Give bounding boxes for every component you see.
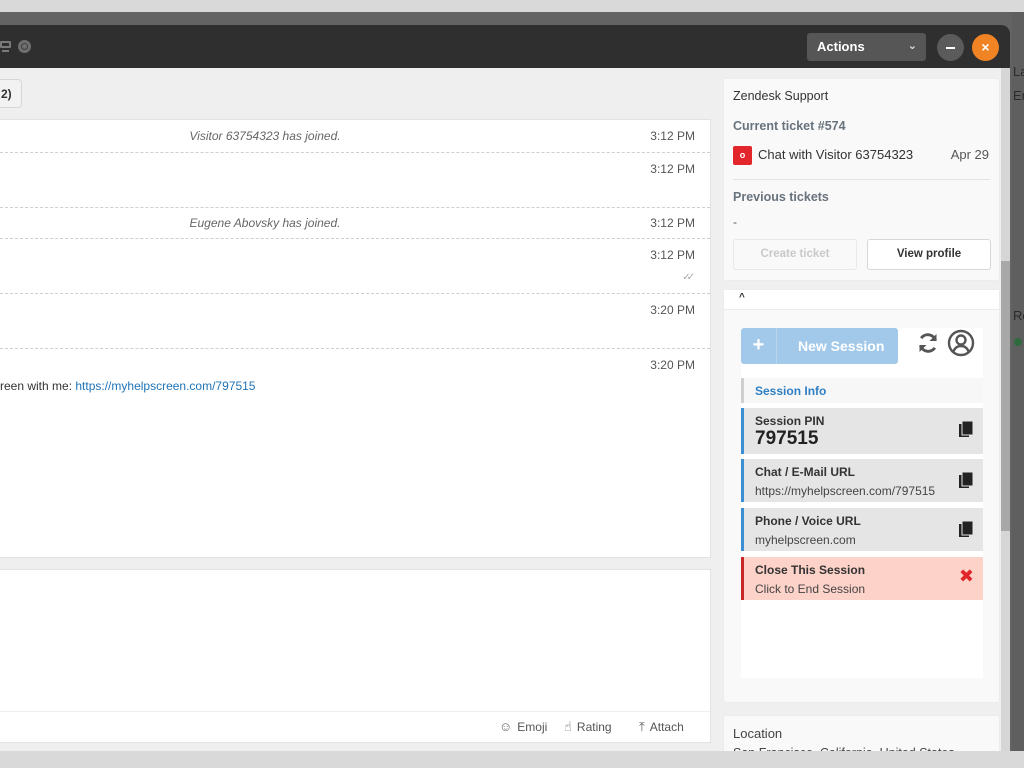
ticket-date: Apr 29 (950, 147, 989, 162)
chat-window: Actions ⌄ × 2) Visitor 63754323 has join… (0, 25, 1010, 751)
bg-peek-text: Re (1013, 308, 1024, 323)
chat-message: 3:12 PM (0, 153, 710, 208)
message-time: 3:12 PM (650, 216, 695, 230)
system-message-text: Visitor 63754323 has joined. (189, 129, 341, 143)
help-icon[interactable] (18, 40, 31, 53)
message-body: reen with me: https://myhelpscreen.com/7… (0, 379, 255, 393)
session-pin-label: Session PIN (755, 414, 825, 428)
zendesk-support-app: Zendesk Support Current ticket #574 o Ch… (723, 78, 1000, 281)
system-message-text: Eugene Abovsky has joined. (189, 216, 341, 230)
copy-icon[interactable] (958, 421, 974, 439)
smiley-icon: ☺ (499, 719, 513, 734)
thumbs-up-icon: ☝ (564, 719, 572, 734)
sidebar: Zendesk Support Current ticket #574 o Ch… (720, 68, 1001, 751)
rating-label: Rating (576, 720, 612, 734)
actions-label: Actions (817, 39, 865, 54)
plus-icon: + (741, 328, 777, 364)
location-app: Location San Francisco, California, Unit… (723, 715, 1000, 751)
composer-toolbar: ☺ Emoji ☝ Rating ⤒ Attach (0, 711, 710, 743)
chat-message: 3:12 PM ✓✓ (0, 239, 710, 294)
close-button[interactable]: × (972, 34, 999, 61)
chevron-up-icon: ^ (739, 292, 745, 303)
ticket-status-badge: o (733, 146, 752, 165)
chat-url-item[interactable]: Chat / E-Mail URL https://myhelpscreen.c… (741, 459, 983, 502)
chat-message: 3:20 PM (0, 294, 710, 349)
view-profile-button[interactable]: View profile (867, 239, 991, 270)
emoji-label: Emoji (517, 720, 548, 734)
close-session-button[interactable]: Close This Session Click to End Session … (741, 557, 983, 600)
bg-peek-text: Err (1013, 88, 1024, 103)
phone-url-item[interactable]: Phone / Voice URL myhelpscreen.com (741, 508, 983, 551)
current-ticket-label: Current ticket #574 (733, 119, 846, 133)
chat-message: Visitor 63754323 has joined. 3:12 PM (0, 120, 710, 153)
chat-url-value: https://myhelpscreen.com/797515 (755, 484, 936, 498)
close-session-label: Close This Session (755, 563, 866, 577)
collapse-toggle[interactable]: ^ (724, 290, 999, 310)
previous-tickets-label: Previous tickets (733, 190, 829, 204)
paperclip-icon: ⤒ (639, 719, 645, 734)
ticket-link[interactable]: Chat with Visitor 63754323 (758, 147, 913, 162)
chat-transcript: Visitor 63754323 has joined. 3:12 PM 3:1… (0, 119, 711, 558)
conversation-tab[interactable]: 2) (0, 79, 22, 108)
create-ticket-button[interactable]: Create ticket (733, 239, 857, 270)
session-pin-value: 797515 (755, 428, 819, 449)
session-panel: + New Session Session Info Session PIN 7… (741, 328, 983, 678)
message-time: 3:12 PM (650, 162, 695, 176)
message-composer: ☺ Emoji ☝ Rating ⤒ Attach (0, 569, 711, 743)
message-input[interactable] (0, 570, 710, 711)
phone-url-value: myhelpscreen.com (755, 533, 856, 547)
message-time: 3:20 PM (650, 303, 695, 317)
close-session-hint: Click to End Session (755, 582, 866, 596)
previous-tickets-value: - (733, 215, 737, 229)
new-session-button[interactable]: + New Session (741, 328, 898, 364)
delivered-check-icon: ✓✓ (682, 272, 695, 283)
divider (733, 179, 990, 180)
chevron-down-icon: ⌄ (907, 40, 917, 52)
chat-message: 3:20 PM reen with me: https://myhelpscre… (0, 349, 710, 409)
attach-label: Attach (649, 720, 684, 734)
bg-peek-text: La (1013, 64, 1024, 79)
monitor-icon[interactable] (0, 40, 12, 52)
helpscreen-app: ^ + New Session Session Info Session PIN… (723, 289, 1000, 703)
location-value: San Francisco, California, United States (733, 746, 955, 751)
actions-dropdown[interactable]: Actions ⌄ (807, 33, 926, 61)
new-session-label: New Session (798, 338, 885, 354)
emoji-button[interactable]: ☺ Emoji (499, 719, 547, 734)
user-profile-icon[interactable] (947, 329, 975, 357)
app-title: Zendesk Support (733, 89, 829, 103)
chat-url-label: Chat / E-Mail URL (755, 465, 856, 479)
close-x-icon: ✖ (958, 566, 974, 586)
copy-icon[interactable] (958, 521, 974, 539)
copy-icon[interactable] (958, 472, 974, 490)
message-time: 3:12 PM (650, 129, 695, 143)
message-time: 3:20 PM (650, 358, 695, 372)
scrollbar-thumb[interactable] (1001, 261, 1010, 531)
attach-button[interactable]: ⤒ Attach (639, 719, 684, 735)
chat-message: Eugene Abovsky has joined. 3:12 PM (0, 208, 710, 239)
session-pin-item[interactable]: Session PIN 797515 (741, 408, 983, 454)
sidebar-scrollbar[interactable] (1001, 68, 1010, 751)
window-header: Actions ⌄ × (0, 25, 1010, 68)
location-title: Location (733, 726, 783, 741)
phone-url-label: Phone / Voice URL (755, 514, 861, 528)
minimize-button[interactable] (937, 34, 964, 61)
rating-button[interactable]: ☝ Rating (564, 719, 612, 735)
session-info-heading: Session Info (741, 378, 983, 403)
session-link[interactable]: https://myhelpscreen.com/797515 (75, 379, 255, 393)
message-text: reen with me: (0, 379, 76, 393)
session-info-label: Session Info (755, 384, 827, 398)
status-dot (1014, 338, 1022, 346)
background-page-peek: La Err Re (1012, 12, 1024, 751)
refresh-icon[interactable] (916, 331, 940, 355)
message-time: 3:12 PM (650, 248, 695, 262)
